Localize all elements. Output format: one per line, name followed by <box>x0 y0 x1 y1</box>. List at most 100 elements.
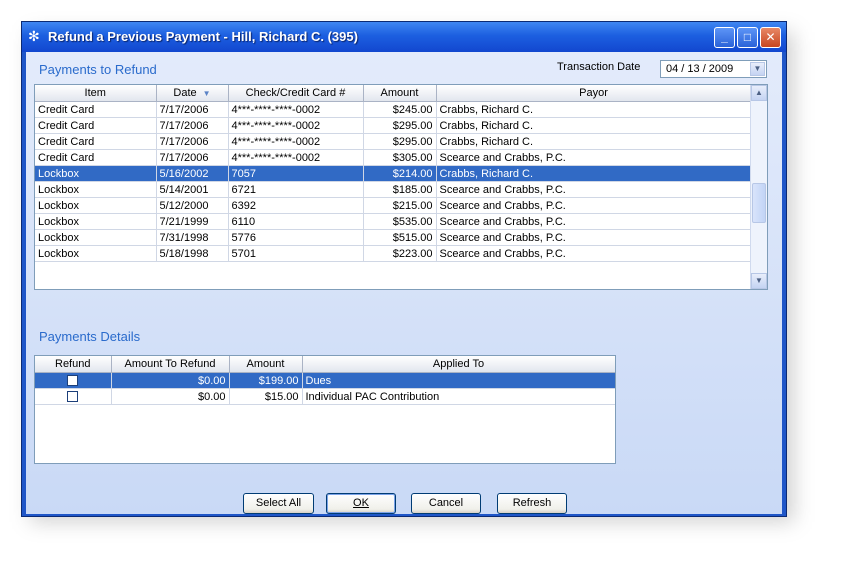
refund-checkbox[interactable] <box>67 375 79 387</box>
table-row[interactable]: Lockbox 5/14/2001 6721 $185.00 Scearce and C… <box>35 181 752 198</box>
column-header-amount-to-refund[interactable]: Amount To Refund <box>111 356 230 373</box>
cell-check-number: 5701 <box>228 245 364 262</box>
table-row[interactable]: $0.00 $15.00 Individual PAC Contribution <box>35 388 615 405</box>
cell-item: Credit Card <box>35 149 157 166</box>
cell-amount: $305.00 <box>363 149 437 166</box>
cell-refund <box>35 372 112 389</box>
column-header-check[interactable]: Check/Credit Card # <box>228 85 364 102</box>
details-table-body: $0.00 $199.00 Dues $0.00 $15.00 Individual PA… <box>35 372 615 405</box>
cell-check-number: 6721 <box>228 181 364 198</box>
cell-date: 7/21/1999 <box>156 213 229 230</box>
payments-details-label: Payments Details <box>39 329 141 344</box>
scroll-up-icon[interactable]: ▲ <box>751 85 767 101</box>
ok-button[interactable]: OK <box>326 493 396 514</box>
column-header-amount[interactable]: Amount <box>363 85 437 102</box>
cell-amount: $185.00 <box>363 181 437 198</box>
cell-amount: $295.00 <box>363 133 437 150</box>
maximize-button[interactable]: □ <box>737 27 758 48</box>
column-header-date-label: Date <box>173 87 197 99</box>
cell-applied-to: Dues <box>302 372 615 389</box>
close-button[interactable]: ✕ <box>760 27 781 48</box>
cell-date: 7/17/2006 <box>156 101 229 118</box>
cell-check-number: 5776 <box>228 229 364 246</box>
cell-payor: Scearce and Crabbs, P.C. <box>436 245 752 262</box>
chevron-down-icon[interactable]: ▼ <box>750 62 765 76</box>
cell-item: Credit Card <box>35 117 157 134</box>
transaction-date-label: Transaction Date <box>557 61 641 73</box>
cell-payor: Crabbs, Richard C. <box>436 101 752 118</box>
cell-payor: Scearce and Crabbs, P.C. <box>436 229 752 246</box>
details-header-row: Refund Amount To Refund Amount Applied T… <box>35 356 615 373</box>
cell-amount: $535.00 <box>363 213 437 230</box>
cell-detail-amount: $15.00 <box>229 388 303 405</box>
details-grid[interactable]: Refund Amount To Refund Amount Applied T… <box>34 355 616 464</box>
column-header-payor[interactable]: Payor <box>436 85 752 102</box>
column-header-detail-amount[interactable]: Amount <box>229 356 303 373</box>
cell-item: Lockbox <box>35 213 157 230</box>
cell-date: 5/16/2002 <box>156 165 229 182</box>
dialog-client-area: Payments to Refund Transaction Date 04 /… <box>26 52 782 514</box>
cell-item: Lockbox <box>35 181 157 198</box>
column-header-item[interactable]: Item <box>35 85 157 102</box>
table-row[interactable]: Credit Card 7/17/2006 4***-****-****-0002 $… <box>35 149 752 166</box>
cell-amount: $515.00 <box>363 229 437 246</box>
cell-amount: $245.00 <box>363 101 437 118</box>
cell-date: 7/31/1998 <box>156 229 229 246</box>
scroll-down-icon[interactable]: ▼ <box>751 273 767 289</box>
table-row[interactable]: Lockbox 7/21/1999 6110 $535.00 Scearce and C… <box>35 213 752 230</box>
cell-item: Lockbox <box>35 245 157 262</box>
table-row[interactable]: Credit Card 7/17/2006 4***-****-****-0002 $… <box>35 133 752 150</box>
payments-header-row: Item Date ▼ Check/Credit Card # Amount Pa… <box>35 85 752 102</box>
cell-refund <box>35 388 112 405</box>
cell-payor: Crabbs, Richard C. <box>436 117 752 134</box>
cell-amount: $295.00 <box>363 117 437 134</box>
payments-to-refund-label: Payments to Refund <box>39 62 157 77</box>
gear-icon: ✻ <box>28 28 40 44</box>
cell-date: 5/18/1998 <box>156 245 229 262</box>
table-row[interactable]: Credit Card 7/17/2006 4***-****-****-0002 $… <box>35 117 752 134</box>
payments-scrollbar[interactable]: ▲ ▼ <box>750 85 767 289</box>
cell-item: Lockbox <box>35 229 157 246</box>
details-table: Refund Amount To Refund Amount Applied T… <box>35 356 615 405</box>
cell-amount: $223.00 <box>363 245 437 262</box>
cell-item: Credit Card <box>35 133 157 150</box>
payments-grid[interactable]: Item Date ▼ Check/Credit Card # Amount Pa… <box>34 84 768 290</box>
cell-date: 5/14/2001 <box>156 181 229 198</box>
sort-descending-icon: ▼ <box>202 89 211 98</box>
cell-amount: $215.00 <box>363 197 437 214</box>
title-bar[interactable]: ✻ Refund a Previous Payment - Hill, Rich… <box>22 22 786 52</box>
cell-check-number: 4***-****-****-0002 <box>228 117 364 134</box>
refund-dialog: ✻ Refund a Previous Payment - Hill, Rich… <box>21 21 787 517</box>
cell-payor: Scearce and Crabbs, P.C. <box>436 149 752 166</box>
refresh-button[interactable]: Refresh <box>497 493 567 514</box>
table-row[interactable]: Lockbox 5/16/2002 7057 $214.00 Crabbs, Richa… <box>35 165 752 182</box>
cell-payor: Scearce and Crabbs, P.C. <box>436 197 752 214</box>
cell-payor: Scearce and Crabbs, P.C. <box>436 213 752 230</box>
column-header-applied-to[interactable]: Applied To <box>302 356 615 373</box>
table-row[interactable]: Credit Card 7/17/2006 4***-****-****-0002 $… <box>35 101 752 118</box>
cancel-button[interactable]: Cancel <box>411 493 481 514</box>
cell-check-number: 6392 <box>228 197 364 214</box>
cell-payor: Crabbs, Richard C. <box>436 133 752 150</box>
select-all-button[interactable]: Select All <box>243 493 314 514</box>
cell-check-number: 4***-****-****-0002 <box>228 149 364 166</box>
column-header-date[interactable]: Date ▼ <box>156 85 229 102</box>
cell-date: 7/17/2006 <box>156 117 229 134</box>
table-row[interactable]: $0.00 $199.00 Dues <box>35 372 615 389</box>
table-row[interactable]: Lockbox 5/18/1998 5701 $223.00 Scearce and C… <box>35 245 752 262</box>
cell-item: Lockbox <box>35 197 157 214</box>
cell-amount: $214.00 <box>363 165 437 182</box>
transaction-date-picker[interactable]: 04 / 13 / 2009 ▼ <box>660 60 767 78</box>
scroll-thumb[interactable] <box>752 183 766 223</box>
table-row[interactable]: Lockbox 7/31/1998 5776 $515.00 Scearce and C… <box>35 229 752 246</box>
cell-detail-amount: $199.00 <box>229 372 303 389</box>
table-row[interactable]: Lockbox 5/12/2000 6392 $215.00 Scearce and C… <box>35 197 752 214</box>
cell-check-number: 4***-****-****-0002 <box>228 101 364 118</box>
cell-date: 5/12/2000 <box>156 197 229 214</box>
cell-check-number: 6110 <box>228 213 364 230</box>
minimize-button[interactable]: _ <box>714 27 735 48</box>
payments-table-body: Credit Card 7/17/2006 4***-****-****-0002 $… <box>35 101 752 262</box>
refund-checkbox[interactable] <box>67 391 79 403</box>
cell-check-number: 4***-****-****-0002 <box>228 133 364 150</box>
column-header-refund[interactable]: Refund <box>35 356 112 373</box>
